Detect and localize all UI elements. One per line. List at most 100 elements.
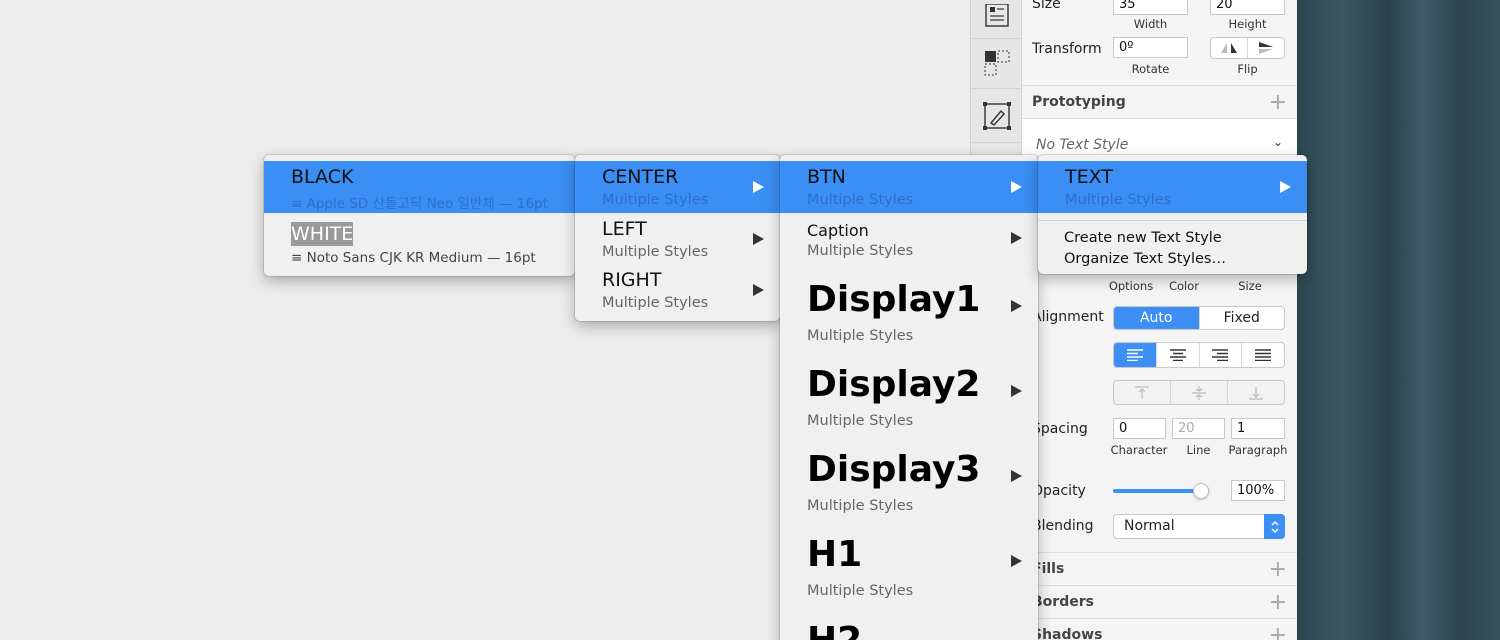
character-spacing-field[interactable]: 0 (1113, 418, 1166, 439)
menu-item-subtitle: Multiple Styles (602, 295, 709, 311)
menu-item-right[interactable]: RIGHT Multiple Styles (575, 265, 780, 317)
width-field[interactable]: 35 (1113, 0, 1188, 15)
borders-section[interactable]: Borders + (1022, 585, 1297, 618)
menu-item-h2[interactable]: H2 (780, 609, 1038, 640)
menu-item-title: RIGHT (602, 269, 662, 291)
vector-edit-icon[interactable] (981, 100, 1013, 132)
color-style-menu: BLACK ≡ Apple SD 산돌고딕 Neo 일반체 — 16pt WHI… (264, 155, 575, 276)
paragraph-caption: Paragraph (1228, 443, 1288, 457)
blending-value: Normal (1124, 518, 1175, 534)
text-style-dropdown[interactable]: No Text Style ⌄ (1022, 118, 1297, 158)
submenu-arrow-icon (753, 233, 764, 245)
add-prototyping-icon[interactable]: + (1269, 90, 1287, 115)
align-right-icon[interactable] (1198, 343, 1242, 367)
menu-item-btn[interactable]: BTN Multiple Styles (780, 161, 1038, 213)
flip-control (1210, 37, 1285, 59)
symbols-icon[interactable] (981, 47, 1013, 79)
fixed-width-button[interactable]: Fixed (1198, 307, 1285, 329)
menu-item-black[interactable]: BLACK ≡ Apple SD 산돌고딕 Neo 일반체 — 16pt (264, 161, 575, 213)
menu-item-subtitle: Multiple Styles (602, 192, 709, 208)
layout-icon[interactable] (981, 0, 1013, 32)
align-left-icon[interactable] (1114, 343, 1156, 367)
rotate-field[interactable]: 0º (1113, 37, 1188, 58)
menu-item-text[interactable]: TEXT Multiple Styles (1038, 161, 1307, 213)
opacity-label: Opacity (1032, 483, 1086, 499)
paragraph-spacing-field[interactable]: 1 (1231, 418, 1285, 439)
shadows-label: Shadows (1032, 627, 1103, 640)
menu-item-title: Display1 (807, 279, 981, 320)
opacity-slider[interactable] (1113, 483, 1209, 499)
borders-label: Borders (1032, 594, 1094, 610)
flip-vertical-button[interactable] (1247, 38, 1284, 58)
shadows-section[interactable]: Shadows + (1022, 618, 1297, 640)
height-caption: Height (1228, 17, 1267, 31)
add-fill-icon[interactable]: + (1269, 557, 1287, 582)
spacing-label: Spacing (1032, 421, 1088, 437)
menu-item-subtitle: ≡ Noto Sans CJK KR Medium — 16pt (291, 250, 536, 266)
submenu-arrow-icon (1011, 470, 1022, 482)
text-align-control (1113, 342, 1285, 368)
rotate-caption: Rotate (1131, 62, 1170, 76)
line-height-field[interactable]: 20 (1172, 418, 1225, 439)
flip-horizontal-button[interactable] (1211, 38, 1247, 58)
submenu-arrow-icon (1011, 555, 1022, 567)
prototyping-section[interactable]: Prototyping + (1022, 85, 1297, 118)
align-top-icon[interactable] (1114, 381, 1170, 404)
menu-item-white[interactable]: WHITE ≡ Noto Sans CJK KR Medium — 16pt (264, 213, 575, 271)
menu-item-title: Display3 (807, 449, 981, 490)
blending-select[interactable]: Normal (1113, 514, 1285, 539)
menu-item-left[interactable]: LEFT Multiple Styles (575, 213, 780, 265)
menu-item-center[interactable]: CENTER Multiple Styles (575, 161, 780, 213)
menu-item-display3[interactable]: Display3 Multiple Styles (780, 439, 1038, 524)
inspector-panel: Size 35 20 Width Height Transform 0º Rot… (1022, 0, 1297, 640)
menu-item-h1[interactable]: H1 Multiple Styles (780, 524, 1038, 609)
color-caption: Color (1168, 279, 1200, 293)
menu-item-subtitle: Multiple Styles (807, 328, 914, 344)
blending-label: Blending (1032, 518, 1094, 534)
menu-item-subtitle: Multiple Styles (807, 498, 914, 514)
height-field[interactable]: 20 (1210, 0, 1285, 15)
text-style-menu: TEXT Multiple Styles Create new Text Sty… (1038, 155, 1307, 274)
menu-item-title: Display2 (807, 364, 981, 405)
submenu-arrow-icon (1011, 300, 1022, 312)
align-bottom-icon[interactable] (1227, 381, 1284, 404)
create-text-style-item[interactable]: Create new Text Style (1064, 230, 1222, 246)
opacity-field[interactable]: 100% (1231, 480, 1285, 501)
size-label: Size (1032, 0, 1061, 12)
menu-item-title: WHITE (291, 222, 354, 246)
submenu-arrow-icon (1011, 232, 1022, 244)
add-border-icon[interactable]: + (1269, 590, 1287, 615)
alignment-style-menu: CENTER Multiple Styles LEFT Multiple Sty… (575, 155, 780, 321)
alignment-mode-control: Auto Fixed (1113, 306, 1285, 330)
menu-item-subtitle: ≡ Apple SD 산돌고딕 Neo 일반체 — 16pt (291, 196, 548, 212)
menu-item-subtitle: Multiple Styles (602, 244, 709, 260)
auto-width-button[interactable]: Auto (1114, 307, 1199, 329)
menu-item-display2[interactable]: Display2 Multiple Styles (780, 354, 1038, 439)
alignment-label: Alignment (1032, 309, 1104, 325)
submenu-arrow-icon (753, 181, 764, 193)
add-shadow-icon[interactable]: + (1269, 623, 1287, 640)
chevron-down-icon: ⌄ (1272, 135, 1283, 149)
menu-item-title: LEFT (602, 218, 647, 240)
menu-item-subtitle: Multiple Styles (807, 243, 914, 259)
transform-label: Transform (1032, 41, 1102, 57)
menu-item-subtitle: Multiple Styles (1065, 192, 1172, 208)
menu-item-title: Caption (807, 221, 869, 240)
menu-divider (1038, 220, 1307, 221)
text-style-value: No Text Style (1036, 137, 1129, 153)
menu-item-caption[interactable]: Caption Multiple Styles (780, 213, 1038, 269)
flip-caption: Flip (1237, 62, 1258, 76)
align-middle-icon[interactable] (1170, 381, 1227, 404)
size-caption: Size (1238, 279, 1262, 293)
submenu-arrow-icon (1011, 385, 1022, 397)
menu-item-title: TEXT (1065, 166, 1113, 188)
organize-text-styles-item[interactable]: Organize Text Styles… (1064, 251, 1226, 267)
fills-section[interactable]: Fills + (1022, 552, 1297, 585)
align-justify-icon[interactable] (1241, 343, 1284, 367)
opacity-slider-knob[interactable] (1193, 483, 1209, 499)
options-caption: Options (1108, 279, 1154, 293)
menu-item-title: BTN (807, 166, 846, 188)
align-center-icon[interactable] (1155, 343, 1199, 367)
menu-item-subtitle: Multiple Styles (807, 192, 914, 208)
menu-item-display1[interactable]: Display1 Multiple Styles (780, 269, 1038, 354)
